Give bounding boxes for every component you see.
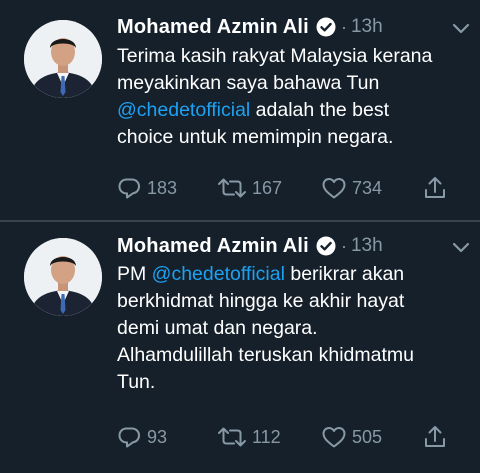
tweet-text-span: meyakinkan saya bahawa Tun <box>117 72 380 94</box>
share-icon <box>423 424 447 450</box>
reply-icon <box>117 176 142 200</box>
retweet-icon <box>217 176 247 200</box>
reply-count: 183 <box>147 177 178 198</box>
tweet-text-line: berkhidmat hingga ke akhir hayat <box>117 288 480 315</box>
retweet-button[interactable]: 112 <box>217 422 281 452</box>
like-icon <box>321 425 347 449</box>
tweet-card[interactable]: Mohamed Azmin Ali · 13h Terima kasih rak… <box>0 0 480 220</box>
retweet-count: 167 <box>252 177 283 198</box>
tweet-text-line: @chedetofficial adalah the best <box>117 97 480 124</box>
tweet-text-line: choice untuk memimpin negara. <box>117 124 480 151</box>
tweet-timestamp[interactable]: 13h <box>351 235 383 257</box>
like-count: 505 <box>352 426 383 447</box>
tweet-actions: 93 112 505 <box>117 422 457 452</box>
chevron-down-icon[interactable] <box>452 22 470 34</box>
retweet-button[interactable]: 167 <box>217 173 282 203</box>
tweet-text-span: Terima kasih rakyat Malaysia kerana <box>117 45 433 67</box>
tweet-text-span: berikrar akan <box>284 263 405 285</box>
tweet-timestamp[interactable]: 13h <box>351 16 383 38</box>
tweet-text-span: choice untuk memimpin negara. <box>117 126 394 148</box>
share-button[interactable] <box>423 422 447 452</box>
avatar[interactable] <box>24 238 102 316</box>
tweet-card[interactable]: Mohamed Azmin Ali · 13h PM @chedetoffici… <box>0 222 480 473</box>
tweet-header: Mohamed Azmin Ali · 13h <box>117 231 383 261</box>
separator-dot: · <box>340 235 347 256</box>
like-button[interactable]: 505 <box>321 422 382 452</box>
like-count: 734 <box>352 177 383 198</box>
retweet-icon <box>217 425 247 449</box>
tweet-text-line: Terima kasih rakyat Malaysia kerana <box>117 43 480 70</box>
retweet-count: 112 <box>252 426 281 447</box>
chevron-down-icon[interactable] <box>452 241 470 253</box>
verified-badge-icon <box>316 236 336 256</box>
author-name[interactable]: Mohamed Azmin Ali <box>117 235 309 258</box>
tweet-text-span: berkhidmat hingga ke akhir hayat <box>117 290 405 312</box>
tweet-feed: Mohamed Azmin Ali · 13h Terima kasih rak… <box>0 0 480 473</box>
author-name[interactable]: Mohamed Azmin Ali <box>117 16 309 39</box>
tweet-text-span: demi umat dan negara. <box>117 317 318 339</box>
reply-button[interactable]: 183 <box>117 173 177 203</box>
tweet-text-line: PM @chedetofficial berikrar akan <box>117 261 480 288</box>
tweet-header: Mohamed Azmin Ali · 13h <box>117 12 383 42</box>
reply-count: 93 <box>147 426 168 447</box>
tweet-text-line: demi umat dan negara. <box>117 315 480 342</box>
tweet-text: Terima kasih rakyat Malaysia kerana meya… <box>117 43 480 151</box>
separator-dot: · <box>340 16 347 37</box>
tweet-text-line: meyakinkan saya bahawa Tun <box>117 70 480 97</box>
reply-button[interactable]: 93 <box>117 422 167 452</box>
like-button[interactable]: 734 <box>321 173 382 203</box>
tweet-text-span: adalah the best <box>250 99 390 121</box>
share-button[interactable] <box>423 173 447 203</box>
reply-icon <box>117 425 142 449</box>
tweet-text-line: Alhamdulillah teruskan khidmatmu <box>117 342 480 369</box>
tweet-text-line: Tun. <box>117 369 480 396</box>
mention-link[interactable]: @chedetofficial <box>117 99 250 121</box>
tweet-text: PM @chedetofficial berikrar akan berkhid… <box>117 261 480 396</box>
like-icon <box>321 176 347 200</box>
mention-link[interactable]: @chedetofficial <box>152 263 285 285</box>
tweet-text-span: Alhamdulillah teruskan khidmatmu <box>117 344 414 366</box>
tweet-text-span: Tun. <box>117 371 156 393</box>
share-icon <box>423 175 447 201</box>
tweet-text-span: PM <box>117 263 152 285</box>
verified-badge-icon <box>316 17 336 37</box>
avatar[interactable] <box>24 20 102 98</box>
tweet-actions: 183 167 734 <box>117 173 457 203</box>
